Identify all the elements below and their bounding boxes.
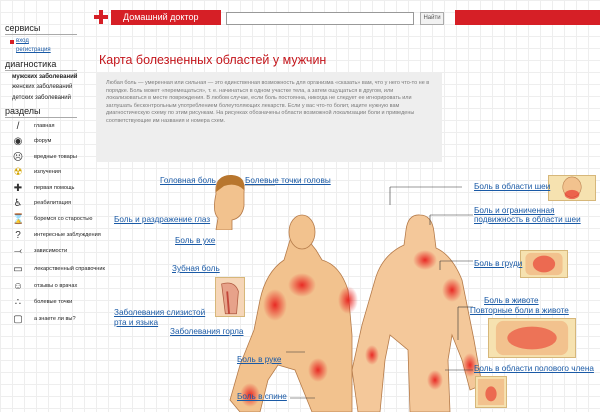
label-eye-pain[interactable]: Боль и раздражение глаз <box>114 215 210 224</box>
menu-item-home[interactable]: / главная <box>10 120 100 134</box>
syringe-icon: ⤙ <box>14 246 22 257</box>
hourglass-icon: ⌛ <box>12 214 25 225</box>
page-title: Карта болезненных областей у мужчин <box>99 53 327 67</box>
book-icon: ▭ <box>13 264 23 275</box>
chest-thumbnail[interactable] <box>520 250 568 278</box>
login-link[interactable]: вход <box>16 38 29 44</box>
wheelchair-icon: ♿ <box>13 198 23 209</box>
question-icon: ? <box>15 230 21 241</box>
menu-item-first-aid[interactable]: ✚ первая помощь <box>10 182 100 196</box>
label-toothache[interactable]: Зубная боль <box>172 264 220 273</box>
throat-thumbnail[interactable] <box>215 277 245 317</box>
genital-thumbnail[interactable] <box>475 376 507 408</box>
eye-icon: ◉ <box>13 136 23 147</box>
label-neck-mobility-1[interactable]: Боль и ограниченная <box>474 206 555 215</box>
menu-label: а знаете ли вы? <box>34 316 76 322</box>
neck-thumbnail[interactable] <box>548 175 596 201</box>
label-head-points[interactable]: Болевые точки головы <box>245 176 331 185</box>
sections-heading: разделы <box>5 106 41 116</box>
menu-item-harmful-goods[interactable]: ☹ вредные товары <box>10 151 100 165</box>
search-input[interactable] <box>226 12 414 25</box>
diagnostics-heading: диагностика <box>5 59 57 69</box>
label-neck-mobility-2[interactable]: подвижность в области шеи <box>474 215 581 224</box>
header-accent-bar <box>455 10 600 25</box>
search-button[interactable]: Найти <box>420 12 444 25</box>
login-bullet-icon <box>10 40 14 44</box>
services-heading: сервисы <box>5 23 41 33</box>
label-chest-pain[interactable]: Боль в груди <box>474 259 522 268</box>
body-illustration <box>229 184 483 412</box>
label-mouth-1[interactable]: Заболевания слизистой <box>114 308 205 317</box>
label-mouth-2[interactable]: рта и языка <box>114 318 158 327</box>
register-link[interactable]: регистрация <box>16 47 51 53</box>
menu-item-aging[interactable]: ⌛ боремся со старостью <box>10 213 100 227</box>
divider <box>5 34 77 35</box>
points-icon: ∴ <box>14 297 22 308</box>
label-throat[interactable]: Заболевания горла <box>170 327 243 336</box>
label-headache[interactable]: Головная боль <box>160 176 216 185</box>
intro-text: Любая боль — умеренная или сильная — это… <box>106 80 430 124</box>
menu-item-addictions[interactable]: ⤙ зависимости <box>10 245 100 259</box>
menu-item-radiation[interactable]: ☢ излучения <box>10 166 100 180</box>
label-back-pain[interactable]: Боль в спине <box>237 392 287 401</box>
site-logo[interactable]: Домашний доктор <box>111 10 221 25</box>
menu-item-rehabilitation[interactable]: ♿ реабилитация <box>10 197 100 211</box>
doctor-icon: ☺ <box>12 281 24 292</box>
menu-item-misconceptions[interactable]: ? интересные заблуждения <box>10 229 101 243</box>
menu-item-doctor-reviews[interactable]: ☺ отзывы о врачах <box>10 280 100 294</box>
slash-icon: / <box>16 121 20 132</box>
label-ear-pain[interactable]: Боль в ухе <box>175 236 215 245</box>
menu-label: форум <box>34 138 52 144</box>
menu-label: боремся со старостью <box>34 216 93 222</box>
menu-label: главная <box>34 123 55 129</box>
menu-label: вредные товары <box>34 154 77 160</box>
label-neck-area[interactable]: Боль в области шеи <box>474 182 550 191</box>
menu-label: первая помощь <box>34 185 75 191</box>
sad-face-icon: ☹ <box>12 152 24 163</box>
label-genital[interactable]: Боль в области полового члена <box>474 364 594 373</box>
diagnostics-men[interactable]: мужских заболеваний <box>12 74 77 80</box>
label-arm-pain[interactable]: Боль в руке <box>237 355 281 364</box>
menu-item-forum[interactable]: ◉ форум <box>10 135 100 149</box>
menu-label: зависимости <box>34 248 68 254</box>
front-figure <box>351 214 483 412</box>
diagnostics-children[interactable]: детских заболеваний <box>12 95 71 101</box>
logo-cross-icon[interactable] <box>94 10 108 24</box>
menu-label: излучения <box>34 169 61 175</box>
radiation-icon: ☢ <box>13 167 23 178</box>
back-figure <box>229 214 353 412</box>
label-abdominal[interactable]: Боль в животе <box>484 296 539 305</box>
menu-label: болевые точки <box>34 299 73 305</box>
first-aid-icon: ✚ <box>13 183 23 194</box>
menu-label: отзывы о врачах <box>34 283 78 289</box>
divider <box>5 117 77 118</box>
menu-item-drug-reference[interactable]: ▭ лекарственный справочник <box>10 263 105 277</box>
diagnostics-women[interactable]: женских заболеваний <box>12 84 72 90</box>
menu-item-did-you-know[interactable]: ▢ а знаете ли вы? <box>10 313 100 327</box>
label-recurring-abdominal[interactable]: Повторные боли в животе <box>470 306 569 315</box>
menu-label: реабилитация <box>34 200 72 206</box>
intro-box: Любая боль — умеренная или сильная — это… <box>96 72 442 162</box>
abdomen-thumbnail[interactable] <box>488 318 576 358</box>
speech-icon: ▢ <box>13 314 23 325</box>
divider <box>5 70 77 71</box>
menu-item-pain-points[interactable]: ∴ болевые точки <box>10 296 100 310</box>
